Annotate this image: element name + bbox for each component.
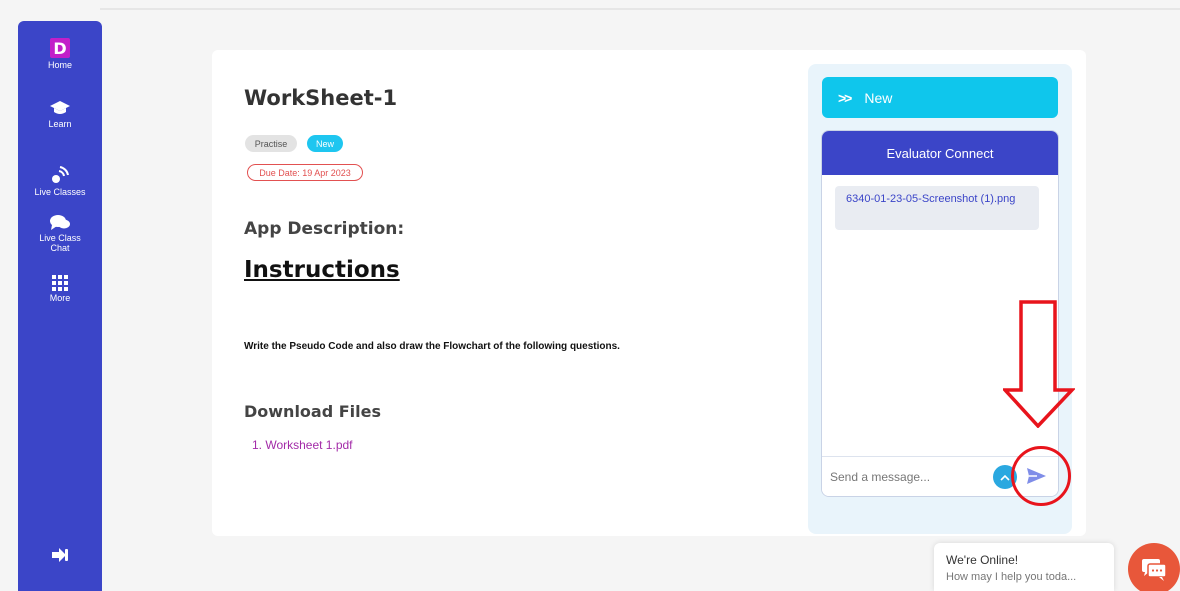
chat-icon	[1142, 559, 1167, 581]
message-input[interactable]	[830, 465, 990, 489]
online-chat-widget[interactable]: We're Online! How may I help you toda...	[934, 543, 1114, 591]
logo-d-icon: D	[50, 38, 70, 58]
sidebar-item-label: More	[49, 293, 71, 303]
grid-icon	[52, 275, 68, 291]
practise-tag: Practise	[245, 135, 297, 152]
chat-message[interactable]: 6340-01-23-05-Screenshot (1).png	[835, 186, 1039, 230]
download-files-heading: Download Files	[244, 402, 382, 421]
online-title: We're Online!	[946, 553, 1019, 567]
sidebar-item-label: Learn	[48, 119, 72, 129]
page-title: WorkSheet-1	[244, 86, 398, 110]
sidebar-item-learn[interactable]: Learn	[18, 99, 102, 129]
chat-bubbles-icon	[49, 213, 71, 231]
instructions-heading: Instructions	[244, 257, 400, 283]
app-description-heading: App Description:	[244, 219, 405, 239]
online-subtitle: How may I help you toda...	[946, 571, 1077, 583]
live-chat-button[interactable]	[1128, 543, 1180, 591]
new-button[interactable]: >> New	[822, 77, 1058, 118]
down-arrow-annotation-icon	[1001, 300, 1077, 433]
new-badge: New	[307, 135, 343, 152]
sidebar-item-more[interactable]: More	[18, 275, 102, 303]
file-link[interactable]: 1. Worksheet 1.pdf	[252, 438, 353, 452]
sidebar-item-live-class-chat[interactable]: Live Class Chat	[18, 213, 102, 253]
sidebar: D Home Learn Live Classes Live Class Cha…	[18, 21, 102, 591]
chat-header: Evaluator Connect	[822, 131, 1058, 175]
broadcast-icon	[50, 165, 70, 185]
double-chevron-right-icon: >>	[838, 89, 852, 106]
sidebar-item-home[interactable]: D Home	[18, 38, 102, 70]
sidebar-item-label: Live Class Chat	[39, 233, 81, 253]
new-button-label: New	[864, 89, 893, 106]
sidebar-item-live-classes[interactable]: Live Classes	[18, 165, 102, 197]
sidebar-item-label: Home	[47, 60, 72, 70]
due-date-badge: Due Date: 19 Apr 2023	[247, 164, 363, 181]
logout-icon[interactable]	[52, 548, 68, 567]
highlight-circle	[1011, 446, 1071, 506]
instructions-text: Write the Pseudo Code and also draw the …	[244, 341, 620, 352]
sidebar-item-label: Live Classes	[34, 187, 86, 197]
top-divider	[100, 8, 1180, 10]
graduation-cap-icon	[50, 99, 70, 117]
